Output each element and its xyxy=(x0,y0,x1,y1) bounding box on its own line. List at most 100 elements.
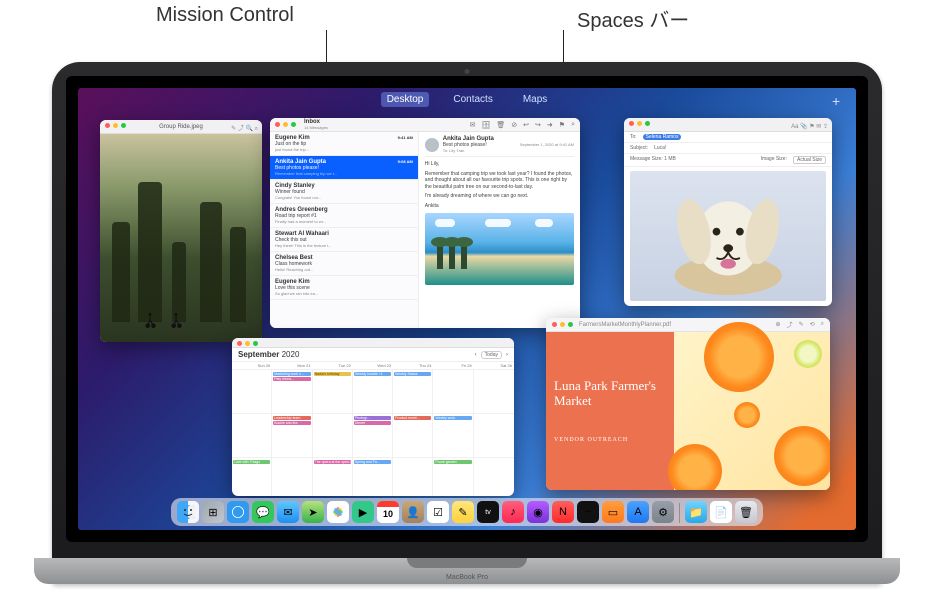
traffic-lights[interactable] xyxy=(105,123,126,128)
mail-list-item[interactable]: Eugene Kim9:41 AM Just on the tip just f… xyxy=(270,132,418,156)
forward-icon[interactable]: ➜ xyxy=(547,121,553,129)
reply-all-icon[interactable]: ↪ xyxy=(535,121,541,129)
cal-cell[interactable]: Product meeti… xyxy=(393,414,433,458)
reply-icon[interactable]: ↩ xyxy=(523,121,529,129)
presentation-window[interactable]: FarmersMarketMonthlyPlanner.pdf ⊕ ⤴ ✎ ⟲ … xyxy=(546,318,830,490)
cal-cell[interactable] xyxy=(393,458,433,496)
dock-appstore-icon[interactable]: A xyxy=(627,501,649,523)
cal-event[interactable]: The opera at the open-side of t… xyxy=(314,460,351,464)
dock-stocks-icon[interactable]: ~ xyxy=(577,501,599,523)
mail-message-list[interactable]: Eugene Kim9:41 AM Just on the tip just f… xyxy=(270,132,419,328)
mission-control-screen[interactable]: Desktop Contacts Maps + Group Ride.jpeg … xyxy=(78,88,856,530)
flag-icon[interactable]: ⚑ xyxy=(559,121,565,129)
cal-cell[interactable] xyxy=(474,458,514,496)
dock-folder-icon[interactable]: 📁 xyxy=(685,501,707,523)
calendar-grid[interactable]: Sun 20Mon 21Tue 22Wed 23Thu 24Fri 25Sat … xyxy=(232,361,514,496)
cal-cell[interactable] xyxy=(232,414,272,458)
mail-list-item[interactable]: Cindy Stanley Winner found Congrats! You… xyxy=(270,180,418,204)
share-icon[interactable]: ⤴ xyxy=(787,320,793,329)
mail-window[interactable]: Inbox 14 Messages ✉ 🗄 🗑 ⊘ ↩ ↪ ➜ ⚑ ⌕ xyxy=(270,118,580,328)
dock-notes-icon[interactable]: ✎ xyxy=(452,501,474,523)
space-tab-contacts[interactable]: Contacts xyxy=(447,92,498,107)
dock-facetime-icon[interactable]: ▶ xyxy=(352,501,374,523)
search-icon[interactable]: ⌕ xyxy=(571,121,575,129)
dock-music-icon[interactable]: ♪ xyxy=(502,501,524,523)
cal-cell[interactable] xyxy=(313,414,353,458)
cal-cell[interactable]: Weekly huddle +1 xyxy=(353,370,393,414)
dock-contacts-icon[interactable]: 👤 xyxy=(402,501,424,523)
cal-today-button[interactable]: Today xyxy=(481,351,502,359)
dock-photos-icon[interactable] xyxy=(327,501,349,523)
mail-list-item[interactable]: Andres Greenberg Road trip report #1 Fin… xyxy=(270,204,418,228)
cal-cell[interactable] xyxy=(474,414,514,458)
space-tab-desktop[interactable]: Desktop xyxy=(381,92,430,107)
dock-tv-icon[interactable]: tv xyxy=(477,501,499,523)
cal-event[interactable]: Product meeti… xyxy=(394,416,431,420)
mail-list-item[interactable]: Stewart Al Wahaari Check this out Hey th… xyxy=(270,228,418,252)
cal-cell[interactable]: Leadership teamBuckle and tea xyxy=(272,414,312,458)
cal-event[interactable]: Dinner xyxy=(354,421,391,425)
traffic-lights[interactable] xyxy=(237,341,258,346)
cal-cell[interactable] xyxy=(272,458,312,496)
dock-safari-icon[interactable] xyxy=(227,501,249,523)
dock-settings-icon[interactable]: ⚙ xyxy=(652,501,674,523)
dock-pages-icon[interactable]: 📄 xyxy=(710,501,732,523)
cal-event[interactable]: Marketing work s… xyxy=(273,372,310,376)
cal-event[interactable]: Nadia's birthday xyxy=(314,372,351,376)
dock-messages-icon[interactable]: 💬 xyxy=(252,501,274,523)
cal-cell[interactable] xyxy=(474,370,514,414)
cal-event[interactable]: Buckle and tea xyxy=(273,421,310,425)
search-icon[interactable]: ⌕ xyxy=(821,321,824,328)
cal-cell[interactable] xyxy=(433,370,473,414)
mail-compose-window[interactable]: Aa 📎 ⚑ ✉ ⇪ To: Selena Ramos Subject: Luc… xyxy=(624,118,832,306)
dock-finder-icon[interactable] xyxy=(177,501,199,523)
cal-cell[interactable]: Photogr…Dinner xyxy=(353,414,393,458)
cal-event[interactable]: Café with Thiago xyxy=(233,460,270,464)
window-titlebar[interactable]: Aa 📎 ⚑ ✉ ⇪ xyxy=(624,118,832,132)
calendar-window[interactable]: September 2020 ‹ Today › Sun 20Mon 21Tue… xyxy=(232,338,514,496)
cal-cell[interactable]: Nadia's birthday xyxy=(313,370,353,414)
cal-event[interactable]: Weekly work xyxy=(434,416,471,420)
cal-cell[interactable]: Marketing work s…Play rehea… xyxy=(272,370,312,414)
compose-subject-row[interactable]: Subject: Luca! xyxy=(624,143,832,154)
trash-icon[interactable]: 🗑 xyxy=(496,121,505,129)
cal-event[interactable]: Weekly Status xyxy=(394,372,431,376)
dock-mail-icon[interactable]: ✉ xyxy=(277,501,299,523)
markup-icon[interactable]: ✎ xyxy=(799,321,804,328)
cal-cell[interactable]: Spring and Fa… xyxy=(353,458,393,496)
cal-cell[interactable] xyxy=(232,370,272,414)
archive-icon[interactable]: 🗄 xyxy=(482,121,491,129)
window-titlebar[interactable] xyxy=(232,338,514,348)
junk-icon[interactable]: ⊘ xyxy=(511,121,517,129)
cal-event[interactable]: Weekly huddle +1 xyxy=(354,372,391,376)
zoom-icon[interactable]: ⊕ xyxy=(776,321,781,328)
cal-event[interactable]: Spring and Fa… xyxy=(354,460,391,464)
cal-event[interactable]: Play rehea… xyxy=(273,377,310,381)
cal-prev-button[interactable]: ‹ xyxy=(475,352,477,358)
dock-reminders-icon[interactable]: ☑ xyxy=(427,501,449,523)
cal-event[interactable]: Photogr… xyxy=(354,416,391,420)
mail-list-item[interactable]: Chelsea Best Class homework Hello! Reach… xyxy=(270,252,418,276)
rotate-icon[interactable]: ⟲ xyxy=(810,321,815,328)
dock-trash-icon[interactable]: 🗑 xyxy=(735,501,757,523)
dock-podcasts-icon[interactable]: ◉ xyxy=(527,501,549,523)
cal-cell[interactable]: Café with Thiago xyxy=(232,458,272,496)
cal-cell[interactable]: Weekly work xyxy=(433,414,473,458)
dock-books-icon[interactable]: ▭ xyxy=(602,501,624,523)
traffic-lights[interactable] xyxy=(275,122,296,127)
add-space-button[interactable]: + xyxy=(832,94,846,108)
dock-maps-icon[interactable]: ➤ xyxy=(302,501,324,523)
preview-window[interactable]: Group Ride.jpeg ✎ ⤴ 🔍 ⌕ xyxy=(100,120,262,342)
traffic-lights[interactable] xyxy=(629,121,650,126)
traffic-lights[interactable] xyxy=(552,322,573,327)
space-tab-maps[interactable]: Maps xyxy=(517,92,553,107)
compose-icon[interactable]: ✉ xyxy=(470,121,476,129)
cal-event[interactable]: Leadership team xyxy=(273,416,310,420)
window-titlebar[interactable]: Group Ride.jpeg ✎ ⤴ 🔍 ⌕ xyxy=(100,120,262,134)
dock-calendar-icon[interactable]: 10 xyxy=(377,501,399,523)
dock-news-icon[interactable]: N xyxy=(552,501,574,523)
cal-cell[interactable]: The opera at the open-side of t… xyxy=(313,458,353,496)
cal-event[interactable]: Prune garden xyxy=(434,460,471,464)
mail-list-item[interactable]: Eugene Kim Love this scene So glad we ra… xyxy=(270,276,418,300)
mail-list-item[interactable]: Ankita Jain Gupta9:08 AM Best photos ple… xyxy=(270,156,418,180)
